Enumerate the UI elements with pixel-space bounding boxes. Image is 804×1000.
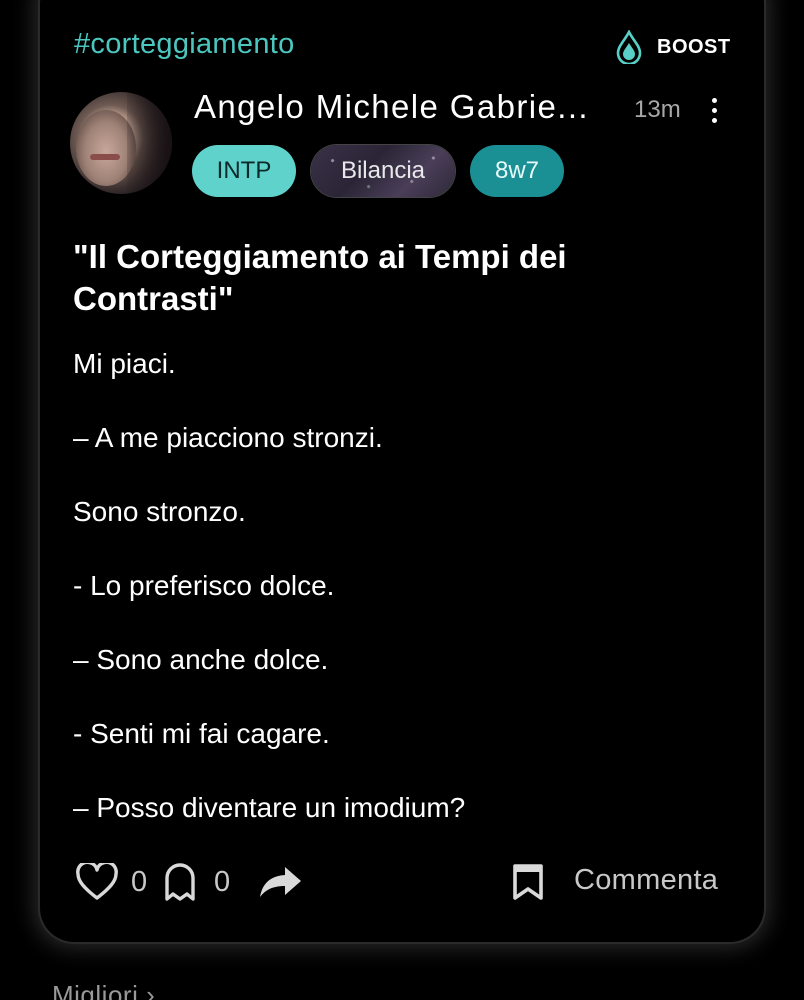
post-body-line: – Sono anche dolce.: [73, 644, 329, 675]
zodiac-tag[interactable]: Bilancia: [311, 145, 455, 197]
boost-label: BOOST: [657, 35, 731, 58]
author-avatar[interactable]: [70, 92, 172, 194]
likes-count: 0: [131, 866, 148, 898]
best-comments-link[interactable]: Migliori ›: [52, 980, 155, 1000]
like-button[interactable]: [76, 860, 118, 904]
enneagram-tag[interactable]: 8w7: [470, 145, 564, 197]
ghost-count: 0: [214, 866, 231, 898]
post-title: "Il Corteggiamento ai Tempi dei Contrast…: [73, 238, 567, 317]
ghost-button[interactable]: [162, 860, 198, 904]
post-hashtag[interactable]: #corteggiamento: [74, 28, 295, 61]
post-body-line: Sono stronzo.: [73, 496, 246, 527]
bookmark-icon: [513, 864, 543, 900]
personality-tag[interactable]: INTP: [192, 145, 296, 197]
post-body-line: - Senti mi fai cagare.: [73, 718, 330, 749]
save-button[interactable]: [512, 860, 544, 904]
avatar-hair: [127, 92, 172, 194]
post-body-line: Mi piaci.: [73, 348, 176, 379]
post-body-line: – A me piacciono stronzi.: [73, 422, 383, 453]
post-time: 13m: [634, 96, 681, 123]
post-body-line: – Posso diventare un imodium?: [73, 792, 466, 823]
share-button[interactable]: [258, 860, 304, 904]
avatar-mouth: [90, 154, 120, 160]
post-body: Mi piaci. – A me piacciono stronzi. Sono…: [73, 344, 713, 862]
heart-icon: [76, 863, 118, 900]
share-arrow-icon: [260, 867, 301, 897]
boost-button[interactable]: BOOST: [615, 30, 731, 64]
comment-button[interactable]: Commenta: [574, 864, 718, 897]
more-vertical-icon[interactable]: [704, 96, 724, 126]
ghost-icon: [165, 863, 195, 901]
post-body-line: - Lo preferisco dolce.: [73, 570, 335, 601]
water-drop-icon: [616, 30, 642, 64]
author-name[interactable]: Angelo Michele Gabrie...: [194, 88, 589, 126]
